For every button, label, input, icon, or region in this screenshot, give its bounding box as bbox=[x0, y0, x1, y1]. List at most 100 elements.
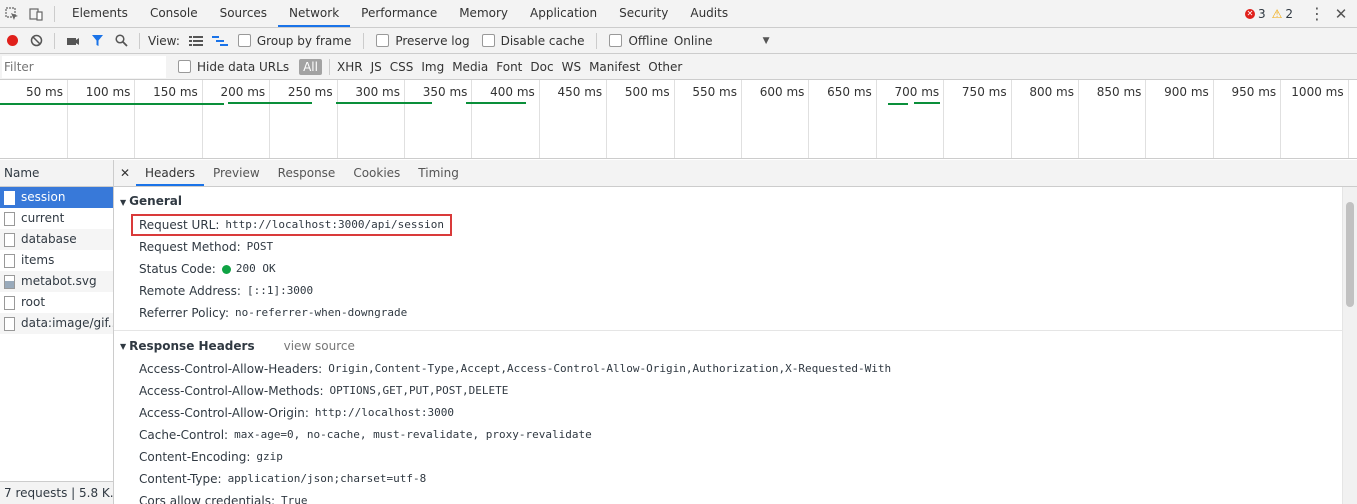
record-icon[interactable] bbox=[0, 29, 24, 53]
scrollbar-thumb[interactable] bbox=[1346, 202, 1354, 307]
filter-type-doc[interactable]: Doc bbox=[530, 60, 553, 74]
header-value: http://localhost:3000 bbox=[314, 406, 454, 419]
request-name: current bbox=[21, 211, 65, 225]
filter-icon[interactable] bbox=[85, 29, 109, 53]
separator bbox=[139, 32, 140, 49]
device-toolbar-icon[interactable] bbox=[24, 2, 48, 26]
header-key: Content-Encoding: bbox=[139, 450, 251, 464]
request-row[interactable]: session bbox=[0, 187, 113, 208]
filter-type-all[interactable]: All bbox=[299, 58, 322, 75]
triangle-down-icon: ▼ bbox=[120, 198, 127, 207]
response-headers-section-toggle[interactable]: ▼ Response Headers view source bbox=[114, 331, 1343, 354]
close-detail-icon[interactable]: ✕ bbox=[114, 161, 136, 185]
separator bbox=[363, 32, 365, 49]
disable-cache-checkbox[interactable]: Disable cache bbox=[481, 34, 584, 48]
timeline-tick-label: 150 ms bbox=[153, 85, 198, 99]
filter-type-css[interactable]: CSS bbox=[390, 60, 414, 74]
tab-memory[interactable]: Memory bbox=[448, 0, 519, 27]
timeline-tick-label: 500 ms bbox=[624, 85, 670, 99]
tab-elements[interactable]: Elements bbox=[61, 0, 139, 27]
filter-type-img[interactable]: Img bbox=[421, 60, 444, 74]
request-detail-panel: ✕ Headers Preview Response Cookies Timin… bbox=[114, 160, 1357, 504]
error-count[interactable]: ✕ 3 bbox=[1244, 7, 1266, 21]
header-value: 200 OK bbox=[235, 262, 276, 275]
capture-screenshots-icon[interactable] bbox=[61, 29, 85, 53]
tab-timing[interactable]: Timing bbox=[409, 160, 468, 186]
tab-audits[interactable]: Audits bbox=[679, 0, 739, 27]
timeline-activity-bar bbox=[914, 102, 940, 104]
filter-type-manifest[interactable]: Manifest bbox=[589, 60, 640, 74]
request-name: root bbox=[21, 295, 46, 309]
group-by-frame-label: Group by frame bbox=[256, 33, 352, 48]
filter-type-xhr[interactable]: XHR bbox=[337, 60, 363, 74]
tab-network[interactable]: Network bbox=[278, 0, 351, 27]
timeline-activity-bar bbox=[336, 102, 432, 104]
request-name: metabot.svg bbox=[21, 274, 97, 288]
timeline-tick-label: 200 ms bbox=[220, 85, 266, 99]
tab-sources[interactable]: Sources bbox=[209, 0, 278, 27]
response-header-row: Content-Type: application/json;charset=ut… bbox=[114, 468, 1343, 490]
timeline-tick-label: 650 ms bbox=[827, 85, 872, 99]
response-header-row: Content-Encoding: gzip bbox=[114, 446, 1343, 468]
request-row[interactable]: database bbox=[0, 229, 113, 250]
offline-checkbox[interactable]: Offline bbox=[609, 34, 668, 48]
group-by-frame-checkbox[interactable]: Group by frame bbox=[237, 33, 352, 48]
filter-type-ws[interactable]: WS bbox=[562, 60, 581, 74]
large-rows-icon[interactable] bbox=[184, 29, 208, 53]
view-source-link[interactable]: view source bbox=[284, 339, 355, 353]
close-devtools-icon[interactable]: ✕ bbox=[1329, 2, 1353, 26]
view-label: View: bbox=[148, 33, 180, 48]
more-options-icon[interactable]: ⋮ bbox=[1305, 2, 1329, 26]
throttling-value: Online bbox=[673, 33, 713, 48]
timeline-overview[interactable]: 1000 ms 950 ms 900 ms 850 ms 800 ms 750 ms 700… bbox=[0, 80, 1357, 159]
timeline-tick-label: 700 ms bbox=[894, 85, 940, 99]
referrer-policy-row: Referrer Policy: no-referrer-when-downgr… bbox=[114, 302, 1343, 324]
search-icon[interactable] bbox=[109, 29, 133, 53]
tab-preview[interactable]: Preview bbox=[204, 160, 269, 186]
request-name: session bbox=[21, 190, 66, 204]
timeline-tick: 50 ms bbox=[0, 80, 68, 158]
timeline-tick-label: 1000 ms bbox=[1291, 85, 1344, 99]
general-section-toggle[interactable]: ▼ General bbox=[114, 187, 1343, 210]
request-row[interactable]: data:image/gif... bbox=[0, 313, 113, 334]
filter-input[interactable] bbox=[2, 55, 166, 78]
request-row[interactable]: current bbox=[0, 208, 113, 229]
filter-type-media[interactable]: Media bbox=[452, 60, 488, 74]
throttling-select[interactable]: Online ▼ bbox=[674, 34, 770, 48]
timeline-tick-label: 800 ms bbox=[1029, 85, 1074, 99]
tab-cookies[interactable]: Cookies bbox=[344, 160, 409, 186]
inspect-element-icon[interactable] bbox=[0, 2, 24, 26]
tab-application[interactable]: Application bbox=[519, 0, 608, 27]
preserve-log-checkbox[interactable]: Preserve log bbox=[376, 33, 470, 48]
filter-type-font[interactable]: Font bbox=[496, 60, 522, 74]
name-column-header[interactable]: Name bbox=[0, 160, 113, 187]
hide-data-urls-label: Hide data URLs bbox=[197, 59, 290, 74]
hide-data-urls-checkbox[interactable]: Hide data URLs bbox=[178, 60, 289, 74]
request-row[interactable]: root bbox=[0, 292, 113, 313]
tab-security[interactable]: Security bbox=[608, 0, 679, 27]
separator bbox=[54, 5, 55, 22]
header-value: OPTIONS,GET,PUT,POST,DELETE bbox=[329, 384, 509, 397]
header-key: Cors allow credentials: bbox=[139, 494, 275, 504]
preserve-log-label: Preserve log bbox=[395, 33, 470, 48]
request-method-row: Request Method: POST bbox=[114, 236, 1343, 258]
waterfall-icon[interactable] bbox=[208, 29, 232, 53]
warning-icon: ⚠ bbox=[1271, 6, 1283, 21]
network-toolbar: View: Group by frame Preserve log Disabl… bbox=[0, 28, 1357, 54]
tab-headers[interactable]: Headers bbox=[136, 160, 204, 186]
warning-count[interactable]: ⚠ 2 bbox=[1272, 7, 1293, 21]
timeline-tick-label: 550 ms bbox=[692, 85, 737, 99]
detail-tab-bar: ✕ Headers Preview Response Cookies Timin… bbox=[114, 160, 1357, 187]
filter-type-js[interactable]: JS bbox=[371, 60, 382, 74]
filter-type-other[interactable]: Other bbox=[648, 60, 682, 74]
tab-console[interactable]: Console bbox=[139, 0, 209, 27]
tab-response[interactable]: Response bbox=[269, 160, 345, 186]
file-icon bbox=[4, 295, 15, 310]
detail-scrollbar[interactable] bbox=[1342, 187, 1357, 504]
tab-performance[interactable]: Performance bbox=[350, 0, 448, 27]
request-row[interactable]: metabot.svg bbox=[0, 271, 113, 292]
clear-icon[interactable] bbox=[24, 29, 48, 53]
request-row[interactable]: items bbox=[0, 250, 113, 271]
timeline-tick-label: 250 ms bbox=[287, 85, 333, 99]
header-key: Request Method: bbox=[139, 240, 241, 254]
